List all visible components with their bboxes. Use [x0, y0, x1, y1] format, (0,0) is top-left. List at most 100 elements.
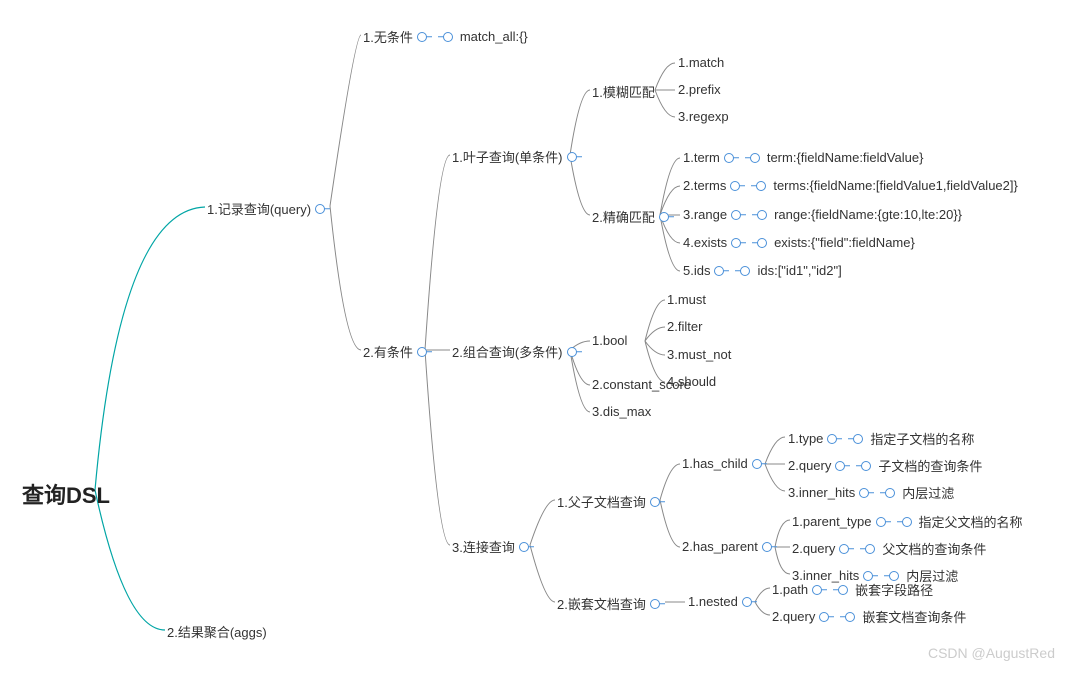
- label: 2.prefix: [678, 82, 721, 97]
- node-hasparent-type: 1.parent_type 指定父文档的名称: [792, 512, 1023, 531]
- node-compound-query: 2.组合查询(多条件): [452, 342, 577, 361]
- label: 1.path: [772, 582, 808, 597]
- detail-icon: [865, 544, 875, 554]
- expand-icon[interactable]: [724, 153, 734, 163]
- label: 2.结果聚合(aggs): [167, 622, 267, 641]
- expand-icon[interactable]: [742, 597, 752, 607]
- node-nested-query: 2.query 嵌套文档查询条件: [772, 607, 966, 626]
- detail-icon: [443, 32, 453, 42]
- label: 3.must_not: [667, 347, 731, 362]
- label: 1.type: [788, 431, 823, 446]
- label: 1.nested: [688, 594, 738, 609]
- node-has-parent: 2.has_parent: [682, 539, 772, 554]
- detail-icon: [838, 585, 848, 595]
- node-nested: 1.nested: [688, 594, 752, 609]
- desc: terms:{fieldName:[fieldValue1,fieldValue…: [773, 178, 1018, 193]
- label: 1.term: [683, 150, 720, 165]
- label: 1.parent_type: [792, 514, 872, 529]
- label: 1.match: [678, 55, 724, 70]
- desc: ids:["id1","id2"]: [757, 263, 841, 278]
- expand-icon[interactable]: [812, 585, 822, 595]
- label: 3.regexp: [678, 109, 729, 124]
- expand-icon[interactable]: [827, 434, 837, 444]
- expand-icon[interactable]: [876, 517, 886, 527]
- label: 2.有条件: [363, 342, 413, 361]
- label: 3.inner_hits: [788, 485, 855, 500]
- node-leaf-query: 1.叶子查询(单条件): [452, 147, 577, 166]
- expand-icon[interactable]: [835, 461, 845, 471]
- node-prefix: 2.prefix: [678, 82, 721, 97]
- desc: 内层过滤: [902, 483, 954, 502]
- label: 2.query: [772, 609, 815, 624]
- label: 2.query: [792, 541, 835, 556]
- expand-icon[interactable]: [650, 497, 660, 507]
- node-exists: 4.exists exists:{"field":fieldName}: [683, 235, 915, 250]
- expand-icon[interactable]: [731, 210, 741, 220]
- node-exact: 2.精确匹配: [592, 207, 669, 226]
- label: 2.组合查询(多条件): [452, 342, 563, 361]
- expand-icon[interactable]: [417, 347, 427, 357]
- label: 4.exists: [683, 235, 727, 250]
- node-join-query: 3.连接查询: [452, 537, 529, 556]
- node-filter: 2.filter: [667, 319, 702, 334]
- detail-icon: [902, 517, 912, 527]
- expand-icon[interactable]: [650, 599, 660, 609]
- desc: 指定父文档的名称: [919, 512, 1023, 531]
- label: 1.must: [667, 292, 706, 307]
- expand-icon[interactable]: [567, 347, 577, 357]
- expand-icon[interactable]: [519, 542, 529, 552]
- expand-icon[interactable]: [762, 542, 772, 552]
- expand-icon[interactable]: [659, 212, 669, 222]
- expand-icon[interactable]: [315, 204, 325, 214]
- expand-icon[interactable]: [839, 544, 849, 554]
- label: 2.has_parent: [682, 539, 758, 554]
- expand-icon[interactable]: [417, 32, 427, 42]
- label: 5.ids: [683, 263, 710, 278]
- node-must: 1.must: [667, 292, 706, 307]
- label: 1.叶子查询(单条件): [452, 147, 563, 166]
- node-parent-child: 1.父子文档查询: [557, 492, 660, 511]
- label: 1.has_child: [682, 456, 748, 471]
- expand-icon[interactable]: [859, 488, 869, 498]
- node-must-not: 3.must_not: [667, 347, 731, 362]
- detail-icon: [853, 434, 863, 444]
- label: 1.模糊匹配: [592, 82, 655, 101]
- desc: exists:{"field":fieldName}: [774, 235, 915, 250]
- node-haschild-query: 2.query子文档的查询条件: [788, 456, 982, 475]
- node-has-cond: 2.有条件: [363, 342, 427, 361]
- expand-icon[interactable]: [731, 238, 741, 248]
- desc: term:{fieldName:fieldValue}: [767, 150, 924, 165]
- node-regexp: 3.regexp: [678, 109, 729, 124]
- label: 3.range: [683, 207, 727, 222]
- expand-icon[interactable]: [567, 152, 577, 162]
- node-term: 1.term term:{fieldName:fieldValue}: [683, 150, 923, 165]
- node-nested-path: 1.path嵌套字段路径: [772, 580, 933, 599]
- node-haschild-type: 1.type 指定子文档的名称: [788, 429, 974, 448]
- detail-icon: [885, 488, 895, 498]
- node-haschild-innerhits: 3.inner_hits 内层过滤: [788, 483, 954, 502]
- expand-icon[interactable]: [863, 571, 873, 581]
- detail-icon: [861, 461, 871, 471]
- label: 2.嵌套文档查询: [557, 594, 646, 613]
- expand-icon[interactable]: [714, 266, 724, 276]
- node-dis-max: 3.dis_max: [592, 404, 651, 419]
- expand-icon[interactable]: [819, 612, 829, 622]
- expand-icon[interactable]: [730, 181, 740, 191]
- node-terms: 2.terms terms:{fieldName:[fieldValue1,fie…: [683, 178, 1018, 193]
- node-aggs: 2.结果聚合(aggs): [167, 622, 267, 641]
- label: 1.父子文档查询: [557, 492, 646, 511]
- expand-icon[interactable]: [752, 459, 762, 469]
- node-hasparent-query: 2.query父文档的查询条件: [792, 539, 986, 558]
- label: 3.连接查询: [452, 537, 515, 556]
- desc: 指定子文档的名称: [870, 429, 974, 448]
- detail-icon: [757, 238, 767, 248]
- desc: 嵌套文档查询条件: [862, 607, 966, 626]
- detail: match_all:{}: [460, 29, 528, 44]
- label: 2.filter: [667, 319, 702, 334]
- label: 2.terms: [683, 178, 726, 193]
- label: 4.should: [667, 374, 716, 389]
- label: 2.精确匹配: [592, 207, 655, 226]
- node-ids: 5.ids ids:["id1","id2"]: [683, 263, 842, 278]
- label: 1.记录查询(query): [207, 199, 311, 218]
- watermark: CSDN @AugustRed: [928, 645, 1055, 661]
